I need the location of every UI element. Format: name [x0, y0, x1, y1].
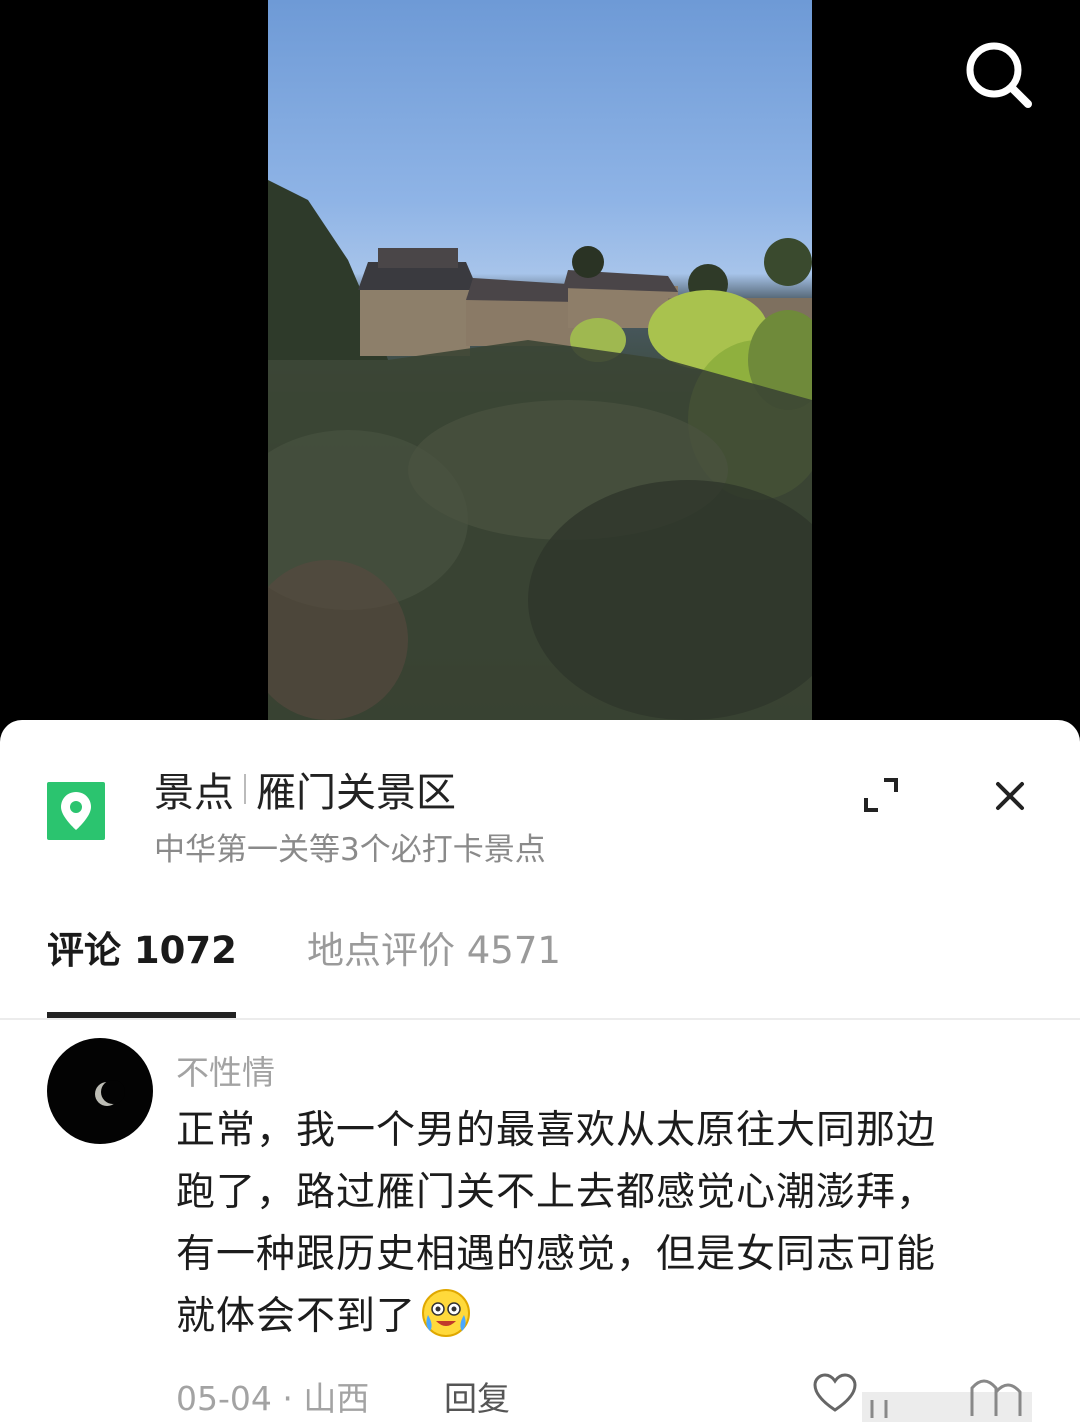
reply-button[interactable]: 回复 [444, 1372, 510, 1420]
comment-meta: 05-04 · 山西 [176, 1372, 369, 1420]
search-icon [966, 42, 1032, 108]
comment-line: 有一种跟历史相遇的感觉，但是女同志可能 [176, 1232, 937, 1277]
location-pin-icon [47, 782, 105, 840]
comment-date: 05-04 [176, 1379, 272, 1418]
comment-line: 跑了，路过雁门关不上去都感觉心潮澎拜， [176, 1170, 937, 1215]
video-frame[interactable] [268, 0, 812, 720]
avatar[interactable] [47, 1038, 153, 1144]
tab-place-reviews[interactable]: 地点评价 4571 [307, 920, 561, 974]
search-button[interactable] [960, 36, 1040, 116]
video-player[interactable] [0, 0, 1080, 720]
expand-icon [864, 778, 898, 812]
crying-laughing-emoji-icon [420, 1287, 472, 1339]
comment-body: 正常，我一个男的最喜欢从太原往大同那边 跑了，路过雁门关不上去都感觉心潮澎拜， … [176, 1100, 1046, 1348]
comment-username[interactable]: 不性情 [176, 1046, 275, 1094]
close-icon [996, 782, 1024, 810]
comment-line-last: 就体会不到了 [176, 1286, 1046, 1348]
like-button[interactable] [810, 1368, 860, 1418]
poi-name: 雁门关景区 [256, 770, 456, 816]
poi-subtitle: 中华第一关等3个必打卡景点 [154, 832, 546, 868]
comment-line: 正常，我一个男的最喜欢从太原往大同那边 [176, 1108, 937, 1153]
moon-icon [95, 1080, 125, 1106]
meta-separator: · [271, 1379, 304, 1418]
poi-category: 景点 [154, 770, 234, 816]
comments-sheet: 景点 雁门关景区 中华第一关等3个必打卡景点 评论 1072 地点评价 4571… [0, 720, 1080, 1427]
poi-title[interactable]: 景点 雁门关景区 [154, 764, 456, 816]
watermark-overlay [862, 1370, 1032, 1422]
landscape-image [268, 180, 812, 720]
heart-icon [813, 1373, 857, 1412]
comment-line: 就体会不到了 [176, 1294, 417, 1339]
close-button[interactable] [990, 776, 1030, 816]
tab-comments[interactable]: 评论 1072 [47, 920, 237, 974]
comment-location: 山西 [303, 1379, 370, 1418]
title-divider [244, 774, 246, 804]
expand-button[interactable] [860, 774, 902, 816]
tab-divider [0, 1018, 1080, 1020]
